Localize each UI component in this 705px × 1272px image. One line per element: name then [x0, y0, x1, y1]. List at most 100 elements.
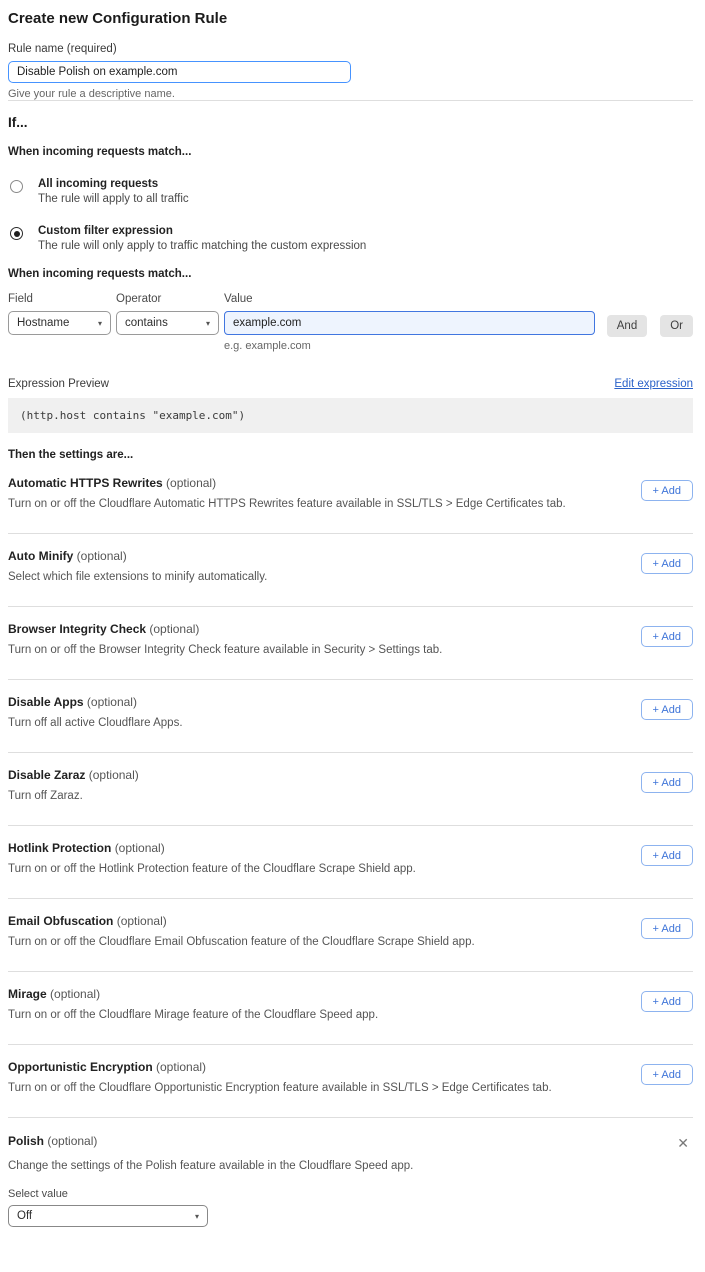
setting-automatic-https-rewrites: Automatic HTTPS Rewrites (optional) Turn…	[8, 461, 693, 533]
setting-text: Browser Integrity Check (optional) Turn …	[8, 622, 442, 656]
setting-title: Disable Apps	[8, 695, 84, 709]
setting-description: Turn on or off the Hotlink Protection fe…	[8, 863, 416, 875]
value-label: Value	[224, 293, 595, 305]
add-button[interactable]: + Add	[641, 772, 693, 793]
setting-disable-zaraz: Disable Zaraz (optional) Turn off Zaraz.…	[8, 753, 693, 825]
polish-value-select[interactable]: Off ▾	[8, 1205, 208, 1227]
setting-opportunistic-encryption: Opportunistic Encryption (optional) Turn…	[8, 1045, 693, 1117]
add-button[interactable]: + Add	[641, 845, 693, 866]
setting-title: Auto Minify	[8, 549, 73, 563]
optional-tag: (optional)	[89, 768, 139, 782]
add-button[interactable]: + Add	[641, 626, 693, 647]
expression-preview-label: Expression Preview	[8, 378, 109, 390]
add-button[interactable]: + Add	[641, 480, 693, 501]
radio-label: Custom filter expression	[38, 225, 366, 237]
optional-tag: (optional)	[149, 622, 199, 636]
setting-text: Opportunistic Encryption (optional) Turn…	[8, 1060, 552, 1094]
setting-description: Turn on or off the Browser Integrity Che…	[8, 644, 442, 656]
rule-name-input[interactable]	[8, 61, 351, 83]
operator-column: Operator contains ▾	[116, 293, 219, 352]
setting-email-obfuscation: Email Obfuscation (optional) Turn on or …	[8, 899, 693, 971]
operator-select[interactable]: contains ▾	[116, 311, 219, 335]
add-button[interactable]: + Add	[641, 699, 693, 720]
add-button[interactable]: + Add	[641, 553, 693, 574]
and-button[interactable]: And	[607, 315, 647, 337]
setting-description: Turn off Zaraz.	[8, 790, 139, 802]
radio-label: All incoming requests	[38, 178, 189, 190]
add-button[interactable]: + Add	[641, 918, 693, 939]
setting-mirage: Mirage (optional) Turn on or off the Clo…	[8, 972, 693, 1044]
value-helper: e.g. example.com	[224, 340, 595, 352]
field-label: Field	[8, 293, 111, 305]
setting-text: Automatic HTTPS Rewrites (optional) Turn…	[8, 476, 566, 510]
setting-polish-expanded: Polish (optional) ✕ Change the settings …	[8, 1118, 693, 1227]
radio-option-custom-filter-expression[interactable]: Custom filter expression The rule will o…	[8, 225, 693, 252]
setting-title: Hotlink Protection	[8, 841, 111, 855]
setting-disable-apps: Disable Apps (optional) Turn off all act…	[8, 680, 693, 752]
chevron-down-icon: ▾	[206, 319, 210, 328]
filter-row: Field Hostname ▾ Operator contains ▾ Val…	[8, 293, 693, 352]
then-settings-heading: Then the settings are...	[8, 449, 693, 461]
optional-tag: (optional)	[50, 987, 100, 1001]
setting-title: Mirage	[8, 987, 47, 1001]
radio-icon[interactable]	[10, 227, 23, 240]
if-heading: If...	[8, 115, 693, 130]
setting-description: Turn on or off the Cloudflare Opportunis…	[8, 1082, 552, 1094]
polish-select-value: Off	[17, 1210, 32, 1222]
setting-description: Turn on or off the Cloudflare Email Obfu…	[8, 936, 475, 948]
field-column: Field Hostname ▾	[8, 293, 111, 352]
setting-text: Email Obfuscation (optional) Turn on or …	[8, 914, 475, 948]
setting-browser-integrity-check: Browser Integrity Check (optional) Turn …	[8, 607, 693, 679]
rule-name-label: Rule name (required)	[8, 43, 693, 55]
setting-text: Mirage (optional) Turn on or off the Clo…	[8, 987, 378, 1021]
operator-select-value: contains	[125, 317, 168, 329]
section-divider	[8, 100, 693, 101]
setting-text: Hotlink Protection (optional) Turn on or…	[8, 841, 416, 875]
filter-match-heading: When incoming requests match...	[8, 268, 693, 280]
field-select-value: Hostname	[17, 317, 69, 329]
optional-tag: (optional)	[47, 1134, 97, 1148]
optional-tag: (optional)	[166, 476, 216, 490]
expression-code: (http.host contains "example.com")	[8, 398, 693, 433]
polish-select-label: Select value	[8, 1188, 693, 1200]
setting-hotlink-protection: Hotlink Protection (optional) Turn on or…	[8, 826, 693, 898]
optional-tag: (optional)	[115, 841, 165, 855]
setting-description: Select which file extensions to minify a…	[8, 571, 267, 583]
expression-preview-header: Expression Preview Edit expression	[8, 378, 693, 390]
setting-title: Browser Integrity Check	[8, 622, 146, 636]
polish-description: Change the settings of the Polish featur…	[8, 1160, 693, 1172]
radio-option-all-incoming-requests[interactable]: All incoming requests The rule will appl…	[8, 178, 693, 205]
setting-title: Automatic HTTPS Rewrites	[8, 476, 163, 490]
setting-description: Turn on or off the Cloudflare Automatic …	[8, 498, 566, 510]
chevron-down-icon: ▾	[195, 1212, 199, 1221]
setting-title: Polish	[8, 1134, 44, 1148]
setting-title: Disable Zaraz	[8, 768, 85, 782]
optional-tag: (optional)	[87, 695, 137, 709]
operator-label: Operator	[116, 293, 219, 305]
edit-expression-link[interactable]: Edit expression	[614, 378, 693, 390]
field-select[interactable]: Hostname ▾	[8, 311, 111, 335]
optional-tag: (optional)	[156, 1060, 206, 1074]
close-icon[interactable]: ✕	[673, 1134, 693, 1152]
page-title: Create new Configuration Rule	[8, 10, 693, 27]
setting-auto-minify: Auto Minify (optional) Select which file…	[8, 534, 693, 606]
setting-text: Auto Minify (optional) Select which file…	[8, 549, 267, 583]
value-column: Value e.g. example.com	[224, 293, 595, 352]
setting-description: Turn on or off the Cloudflare Mirage fea…	[8, 1009, 378, 1021]
optional-tag: (optional)	[117, 914, 167, 928]
setting-title: Email Obfuscation	[8, 914, 113, 928]
and-or-buttons: And Or	[607, 293, 693, 352]
setting-text: Disable Zaraz (optional) Turn off Zaraz.	[8, 768, 139, 802]
add-button[interactable]: + Add	[641, 991, 693, 1012]
radio-description: The rule will apply to all traffic	[38, 193, 189, 205]
match-heading: When incoming requests match...	[8, 146, 693, 158]
setting-title: Opportunistic Encryption	[8, 1060, 153, 1074]
radio-description: The rule will only apply to traffic matc…	[38, 240, 366, 252]
chevron-down-icon: ▾	[98, 319, 102, 328]
setting-description: Turn off all active Cloudflare Apps.	[8, 717, 183, 729]
radio-icon[interactable]	[10, 180, 23, 193]
rule-name-helper: Give your rule a descriptive name.	[8, 88, 693, 100]
add-button[interactable]: + Add	[641, 1064, 693, 1085]
or-button[interactable]: Or	[660, 315, 693, 337]
value-input[interactable]	[224, 311, 595, 335]
